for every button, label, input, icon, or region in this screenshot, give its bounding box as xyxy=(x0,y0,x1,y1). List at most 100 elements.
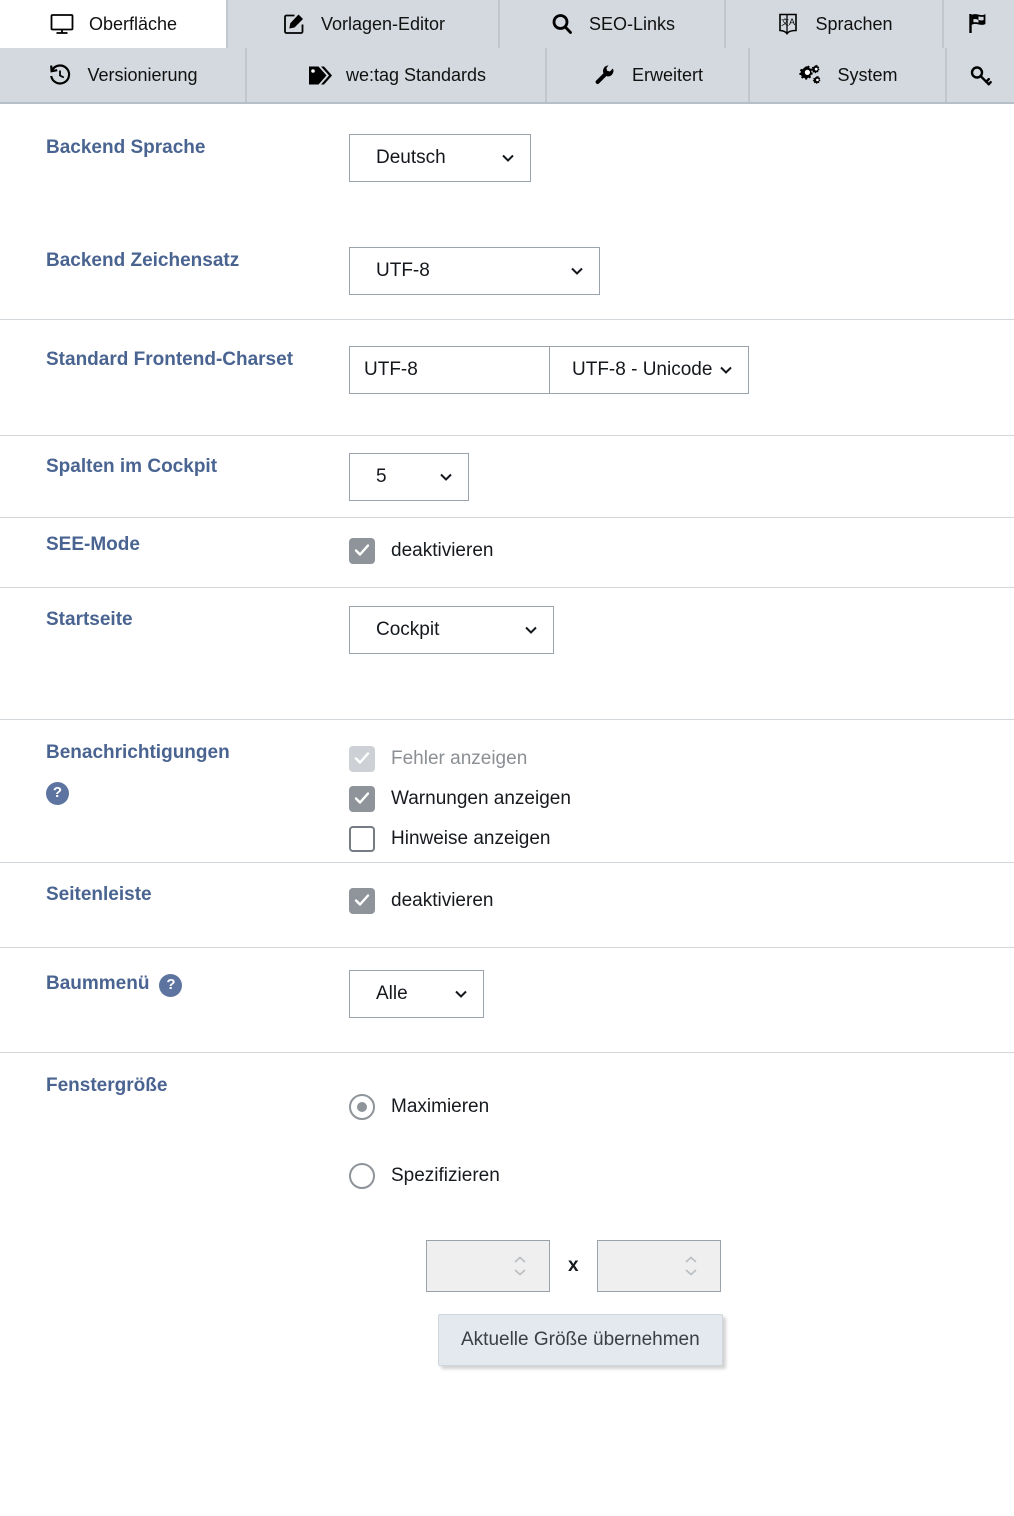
notify-warnings-row[interactable]: Warnungen anzeigen xyxy=(349,779,1014,819)
select-value: 5 xyxy=(376,466,387,487)
search-icon xyxy=(549,11,575,37)
chevron-down-icon xyxy=(571,267,583,275)
tabbar-primary: Oberfläche Vorlagen-Editor SEO-Links A 文 xyxy=(0,0,1014,48)
label-see-mode: SEE-Mode xyxy=(46,531,349,557)
frontend-charset-select[interactable]: UTF-8 - Unicode xyxy=(549,346,749,394)
sidebar-checkbox[interactable] xyxy=(349,888,375,914)
svg-text:文: 文 xyxy=(781,17,789,27)
tab-label: Sprachen xyxy=(815,14,893,34)
select-value: UTF-8 xyxy=(376,260,430,281)
row-frontend-charset: Standard Frontend-Charset UTF-8 - Unicod… xyxy=(0,319,1014,435)
backend-charset-select[interactable]: UTF-8 xyxy=(349,247,600,295)
help-glyph: ? xyxy=(166,976,176,993)
frontend-charset-group: UTF-8 - Unicode xyxy=(349,346,1014,394)
window-height-field[interactable] xyxy=(596,1240,721,1292)
label-backend-language: Backend Sprache xyxy=(46,134,349,160)
cockpit-columns-select[interactable]: 5 xyxy=(349,453,469,501)
check-icon xyxy=(354,792,370,804)
row-tree-menu: Baummenü ? Alle xyxy=(0,947,1014,1052)
help-glyph: ? xyxy=(52,783,63,801)
window-maximize-radio[interactable] xyxy=(349,1094,375,1120)
svg-text:A: A xyxy=(789,17,795,27)
backend-language-select[interactable]: Deutsch xyxy=(349,134,531,182)
translate-icon: A 文 xyxy=(775,11,801,37)
tab-versionierung[interactable]: Versionierung xyxy=(0,48,247,102)
control-backend-charset: UTF-8 xyxy=(349,247,1014,295)
tab-vorlagen-editor[interactable]: Vorlagen-Editor xyxy=(228,0,500,48)
check-icon xyxy=(354,894,370,906)
tabbar-secondary: Versionierung we:tag Standards Erweitert xyxy=(0,48,1014,104)
apply-current-size-button[interactable]: Aktuelle Größe übernehmen xyxy=(438,1314,723,1366)
window-specify-row[interactable]: Spezifizieren xyxy=(349,1142,1014,1210)
tab-key[interactable] xyxy=(947,48,1014,102)
chevron-down-icon xyxy=(720,366,732,374)
monitor-icon xyxy=(49,11,75,37)
window-width-field[interactable] xyxy=(426,1240,550,1292)
tab-label: Vorlagen-Editor xyxy=(320,14,446,34)
tab-label: System xyxy=(837,65,898,85)
settings-form: Backend Sprache Deutsch Backend Zeichens… xyxy=(0,104,1014,1406)
gears-icon xyxy=(797,62,823,88)
edit-square-icon xyxy=(281,11,307,37)
window-width-input[interactable] xyxy=(427,1241,549,1291)
label-text: Benachrichtigungen xyxy=(46,742,230,763)
control-backend-language: Deutsch xyxy=(349,134,1014,182)
row-backend-language: Backend Sprache Deutsch xyxy=(0,104,1014,221)
control-tree-menu: Alle xyxy=(349,970,1014,1018)
label-notifications: Benachrichtigungen ? xyxy=(46,739,349,805)
select-value: Cockpit xyxy=(376,619,440,640)
window-height-stepper[interactable] xyxy=(684,1256,698,1277)
window-size-fields: x xyxy=(426,1240,1014,1292)
tab-oberflaeche[interactable]: Oberfläche xyxy=(0,0,228,48)
notify-warnings-checkbox[interactable] xyxy=(349,786,375,812)
chevron-up-icon xyxy=(685,1256,697,1263)
tab-label: Oberfläche xyxy=(88,14,178,34)
label-sidebar: Seitenleiste xyxy=(46,881,349,907)
chevron-up-icon xyxy=(514,1256,526,1263)
chevron-down-icon xyxy=(502,154,514,162)
control-notifications: Fehler anzeigen Warnungen anzeigen Hinwe… xyxy=(349,739,1014,859)
chevron-down-icon xyxy=(455,990,467,998)
see-mode-checkbox[interactable] xyxy=(349,538,375,564)
notify-errors-row: Fehler anzeigen xyxy=(349,739,1014,779)
wrench-icon xyxy=(592,62,618,88)
tab-label: we:tag Standards xyxy=(345,65,487,85)
label-text: Seitenleiste xyxy=(46,884,152,905)
row-sidebar: Seitenleiste deaktivieren xyxy=(0,862,1014,947)
see-mode-checkbox-row[interactable]: deaktivieren xyxy=(349,531,1014,571)
window-specify-label: Spezifizieren xyxy=(391,1165,500,1186)
tab-wetag-standards[interactable]: we:tag Standards xyxy=(247,48,547,102)
sidebar-checkbox-row[interactable]: deaktivieren xyxy=(349,881,1014,921)
key-icon xyxy=(968,62,994,88)
notify-hints-checkbox[interactable] xyxy=(349,826,375,852)
window-maximize-row[interactable]: Maximieren xyxy=(349,1072,1014,1142)
control-see-mode: deaktivieren xyxy=(349,531,1014,571)
tab-flag[interactable] xyxy=(944,0,1014,48)
notify-errors-label: Fehler anzeigen xyxy=(391,748,528,769)
flag-icon xyxy=(966,11,992,37)
row-notifications: Benachrichtigungen ? Fehler anzeigen War… xyxy=(0,719,1014,862)
start-page-select[interactable]: Cockpit xyxy=(349,606,554,654)
tree-menu-select[interactable]: Alle xyxy=(349,970,484,1018)
label-text: SEE-Mode xyxy=(46,534,140,555)
label-text: Fenstergröße xyxy=(46,1075,168,1096)
help-icon[interactable]: ? xyxy=(46,781,69,805)
tab-seo-links[interactable]: SEO-Links xyxy=(500,0,726,48)
tab-system[interactable]: System xyxy=(750,48,947,102)
control-frontend-charset: UTF-8 - Unicode xyxy=(349,346,1014,394)
tab-erweitert[interactable]: Erweitert xyxy=(547,48,750,102)
label-frontend-charset: Standard Frontend-Charset xyxy=(46,346,349,372)
notify-hints-row[interactable]: Hinweise anzeigen xyxy=(349,819,1014,859)
check-icon xyxy=(354,752,370,764)
frontend-charset-input[interactable] xyxy=(349,346,549,394)
window-specify-radio[interactable] xyxy=(349,1163,375,1189)
label-start-page: Startseite xyxy=(46,606,349,632)
label-text: Backend Zeichensatz xyxy=(46,250,240,271)
tab-sprachen[interactable]: A 文 Sprachen xyxy=(726,0,944,48)
label-text: Baummenü xyxy=(46,973,150,994)
row-window-size: Fenstergröße Maximieren Spezifizieren x … xyxy=(0,1052,1014,1406)
window-width-stepper[interactable] xyxy=(513,1256,527,1277)
window-height-input[interactable] xyxy=(597,1241,720,1291)
help-icon[interactable]: ? xyxy=(159,974,183,997)
control-start-page: Cockpit xyxy=(349,606,1014,654)
